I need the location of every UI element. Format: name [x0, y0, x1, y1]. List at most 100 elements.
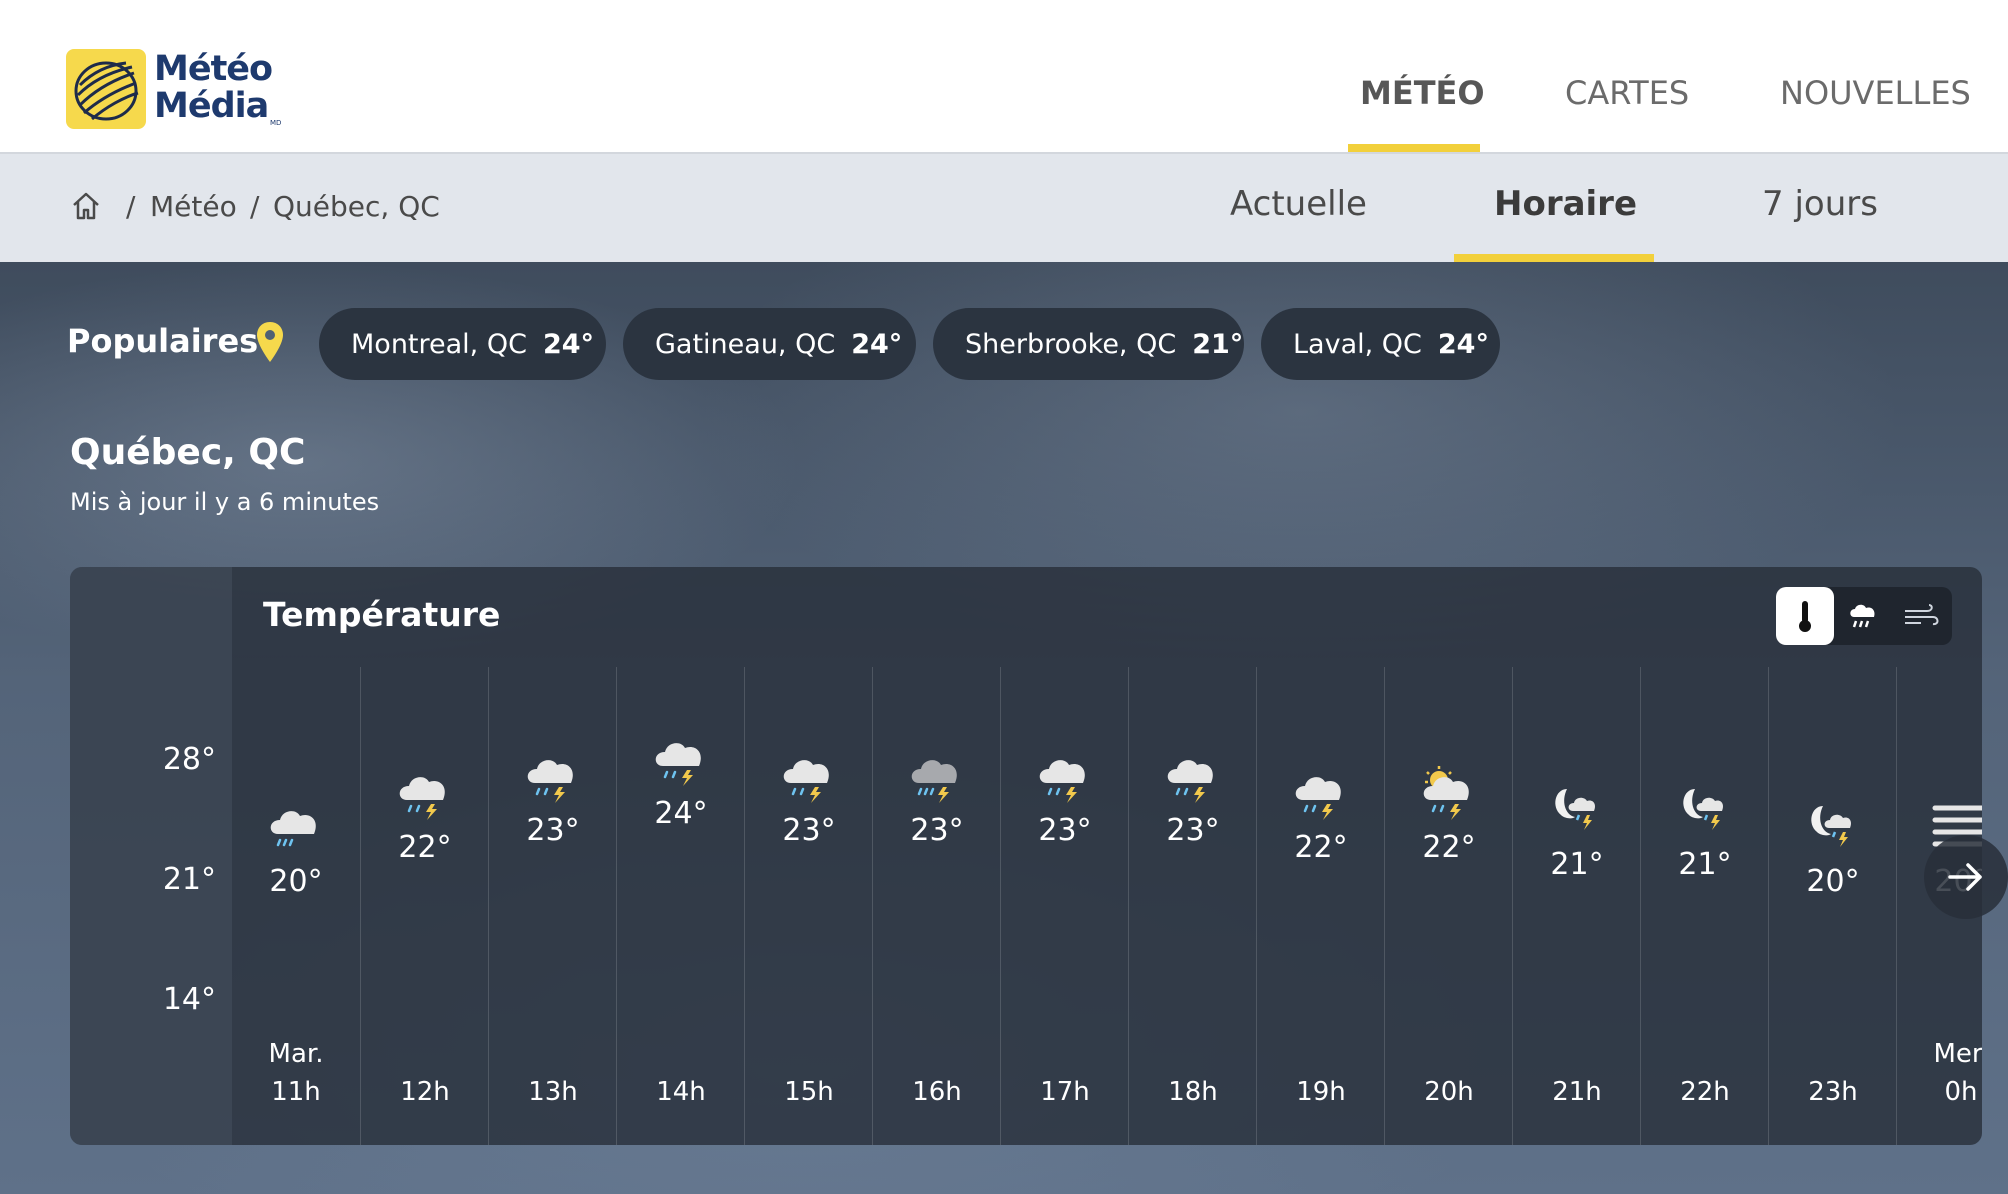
hourly-temperature-card: 28° 21° 14° Température 20° Mar. 11h 22° 12h…: [70, 567, 1982, 1145]
hour-temp: 22°: [1294, 829, 1348, 865]
scroll-next-button[interactable]: [1924, 835, 2008, 919]
hour-label: 11h: [271, 1077, 321, 1107]
hour-column: 20° Mar. 11h: [232, 667, 360, 1145]
sub-navigation: / Météo / Québec, QC Actuelle Horaire 7 …: [0, 152, 2008, 262]
chip-temp: 21°: [1192, 328, 1244, 360]
hour-temp: 23°: [782, 812, 836, 848]
hour-column: 23° 16h: [872, 667, 1000, 1145]
hour-temp: 21°: [1550, 847, 1604, 882]
y-axis: 28° 21° 14°: [70, 567, 232, 1145]
popular-city-chip[interactable]: Sherbrooke, QC 21°: [933, 308, 1244, 380]
hour-day-label: Mer.: [1933, 1039, 1983, 1069]
home-icon[interactable]: [70, 190, 102, 222]
hour-temp: 23°: [910, 812, 964, 848]
hour-label: 22h: [1680, 1077, 1730, 1107]
tab-active-underline: [1454, 254, 1654, 262]
hour-column: 21° 22h: [1640, 667, 1768, 1145]
location-title: Québec, QC: [70, 432, 306, 473]
hour-label: 19h: [1296, 1077, 1346, 1107]
y-tick-label: 28°: [162, 742, 216, 777]
breadcrumb-meteo[interactable]: Météo: [150, 190, 237, 223]
cloud-storm-icon: [1167, 759, 1213, 803]
hour-temp: 24°: [654, 795, 708, 831]
chart-title: Température: [263, 595, 501, 634]
hour-label: 15h: [784, 1077, 834, 1107]
cloud-storm-icon: [783, 759, 829, 803]
breadcrumb-separator: /: [126, 190, 136, 223]
y-tick-label: 14°: [162, 982, 216, 1017]
sun-cloud-storm-icon: [1423, 765, 1469, 820]
brand-name: Météo Média: [154, 49, 273, 126]
cloud-rain-icon: [270, 811, 316, 847]
populaires-label: Populaires: [67, 322, 259, 360]
chip-city: Gatineau, QC: [655, 328, 836, 360]
hour-column: 24° 14h: [616, 667, 744, 1145]
hour-temp: 23°: [1038, 812, 1092, 848]
chip-temp: 24°: [1437, 328, 1489, 360]
hour-day-label: Mar.: [268, 1039, 324, 1069]
chip-city: Sherbrooke, QC: [965, 328, 1177, 360]
hour-column: 22° 20h: [1384, 667, 1512, 1145]
dark-cloud-storm-icon: [911, 759, 957, 803]
hour-label: 16h: [912, 1077, 962, 1107]
cloud-storm-icon: [1295, 776, 1341, 820]
top-navigation: Météo Média MD MÉTÉO CARTES NOUVELLES: [0, 0, 2008, 152]
popular-city-chip[interactable]: Gatineau, QC 24°: [623, 308, 916, 380]
rain-cloud-icon[interactable]: [1834, 587, 1892, 645]
nav-cartes[interactable]: CARTES: [1565, 74, 1689, 112]
hour-label: 20h: [1424, 1077, 1474, 1107]
nav-meteo[interactable]: MÉTÉO: [1360, 74, 1485, 112]
chart-mode-toggle: [1776, 587, 1952, 645]
chip-city: Laval, QC: [1293, 328, 1422, 360]
arrow-right-icon: [1948, 863, 1982, 891]
hour-column: 23° 13h: [488, 667, 616, 1145]
hour-temp: 22°: [1422, 829, 1476, 865]
y-tick-label: 21°: [162, 862, 216, 897]
hour-temp: 22°: [398, 829, 452, 865]
cloud-storm-icon: [1039, 759, 1085, 803]
nav-nouvelles[interactable]: NOUVELLES: [1780, 74, 1971, 112]
chip-temp: 24°: [851, 328, 903, 360]
breadcrumb-city: Québec, QC: [273, 190, 440, 223]
hour-label: 13h: [528, 1077, 578, 1107]
location-pin-icon: [257, 322, 283, 362]
hour-label: 17h: [1040, 1077, 1090, 1107]
wind-icon[interactable]: [1892, 587, 1950, 645]
moon-cloud-storm-icon: [1555, 789, 1596, 830]
moon-cloud-storm-icon: [1811, 806, 1852, 848]
moon-cloud-storm-icon: [1683, 789, 1724, 830]
hour-column: 23° 15h: [744, 667, 872, 1145]
brand-logo[interactable]: Météo Média MD: [66, 49, 286, 131]
hour-column: 21° 21h: [1512, 667, 1640, 1145]
hour-column: 22° 19h: [1256, 667, 1384, 1145]
tab-actuelle[interactable]: Actuelle: [1230, 184, 1367, 224]
nav-active-underline: [1348, 144, 1480, 152]
tab-7-jours[interactable]: 7 jours: [1762, 184, 1878, 224]
hour-label: 21h: [1552, 1077, 1602, 1107]
hour-column: 23° 17h: [1000, 667, 1128, 1145]
chip-city: Montreal, QC: [351, 328, 527, 360]
hour-temp: 23°: [1166, 812, 1220, 848]
chip-temp: 24°: [542, 328, 595, 360]
hour-label: 18h: [1168, 1077, 1218, 1107]
hour-label: 0h: [1944, 1077, 1978, 1107]
cloud-storm-icon: [527, 759, 573, 803]
hour-temp: 23°: [526, 812, 580, 848]
hour-column: 20° 23h: [1768, 667, 1896, 1145]
hour-label: 14h: [656, 1077, 706, 1107]
hour-column: 22° 12h: [360, 667, 488, 1145]
cloud-storm-icon: [399, 776, 445, 820]
hour-temp: 21°: [1678, 847, 1732, 882]
tab-horaire[interactable]: Horaire: [1494, 184, 1637, 224]
hour-label: 12h: [400, 1077, 450, 1107]
breadcrumb-separator: /: [250, 190, 260, 223]
popular-city-chip[interactable]: Montreal, QC 24°: [319, 308, 606, 380]
hour-column: 23° 18h: [1128, 667, 1256, 1145]
globe-logo-icon: [66, 49, 146, 129]
hour-temp: 20°: [1806, 864, 1860, 900]
hour-label: 23h: [1808, 1077, 1858, 1107]
thermometer-icon[interactable]: [1776, 587, 1834, 645]
hour-temp: 20°: [269, 864, 323, 900]
popular-city-chip[interactable]: Laval, QC 24°: [1261, 308, 1500, 380]
last-updated: Mis à jour il y a 6 minutes: [70, 488, 380, 516]
